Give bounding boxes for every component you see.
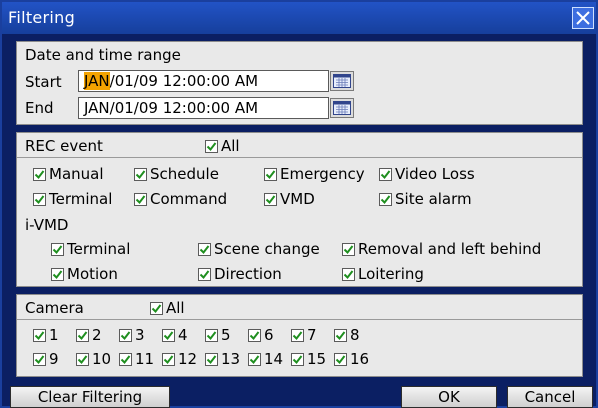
checkbox-checked-icon xyxy=(205,353,218,366)
rec-site-alarm-checkbox[interactable]: Site alarm xyxy=(379,191,472,208)
calendar-icon xyxy=(333,74,351,88)
cancel-button[interactable]: Cancel xyxy=(507,386,593,408)
rec-event-divider xyxy=(17,157,582,158)
checkbox-checked-icon xyxy=(248,329,261,342)
checkbox-checked-icon xyxy=(198,268,211,281)
end-label: End xyxy=(25,99,54,117)
checkbox-checked-icon xyxy=(119,329,132,342)
checkbox-checked-icon xyxy=(334,353,347,366)
camera-4-checkbox[interactable]: 4 xyxy=(162,327,188,344)
checkbox-checked-icon xyxy=(342,243,355,256)
camera-panel: Camera All 1 2 3 4 5 6 7 8 9 10 11 12 13… xyxy=(16,294,583,377)
checkbox-checked-icon xyxy=(198,243,211,256)
checkbox-checked-icon xyxy=(134,168,147,181)
checkbox-checked-icon xyxy=(76,353,89,366)
ivmd-loitering-checkbox[interactable]: Loitering xyxy=(342,266,424,283)
checkbox-checked-icon xyxy=(162,329,175,342)
date-range-panel: Date and time range Start JAN/01/09 12:0… xyxy=(16,41,583,125)
camera-2-checkbox[interactable]: 2 xyxy=(76,327,102,344)
start-label: Start xyxy=(25,73,62,91)
rec-manual-checkbox[interactable]: Manual xyxy=(33,166,104,183)
ok-button[interactable]: OK xyxy=(401,386,497,408)
calendar-icon xyxy=(333,101,351,115)
camera-7-checkbox[interactable]: 7 xyxy=(291,327,317,344)
camera-divider xyxy=(17,319,582,320)
start-datetime-field[interactable]: JAN/01/09 12:00:00 AM xyxy=(78,70,329,92)
close-icon xyxy=(576,11,590,25)
ivmd-scene-change-checkbox[interactable]: Scene change xyxy=(198,241,320,258)
ivmd-motion-checkbox[interactable]: Motion xyxy=(51,266,118,283)
checkbox-checked-icon xyxy=(334,329,347,342)
rec-terminal-checkbox[interactable]: Terminal xyxy=(33,191,112,208)
camera-13-checkbox[interactable]: 13 xyxy=(205,351,240,368)
start-month-highlight: JAN xyxy=(84,72,110,90)
camera-12-checkbox[interactable]: 12 xyxy=(162,351,197,368)
checkbox-checked-icon xyxy=(291,329,304,342)
checkbox-checked-icon xyxy=(119,353,132,366)
rec-event-heading: REC event xyxy=(25,137,103,155)
date-range-heading: Date and time range xyxy=(25,46,181,64)
checkbox-checked-icon xyxy=(51,268,64,281)
end-datetime-field[interactable]: JAN/01/09 12:00:00 AM xyxy=(78,97,329,119)
rec-event-panel: REC event All Manual Schedule Emergency … xyxy=(16,132,583,287)
ivmd-removal-checkbox[interactable]: Removal and left behind xyxy=(342,241,541,258)
camera-6-checkbox[interactable]: 6 xyxy=(248,327,274,344)
camera-1-checkbox[interactable]: 1 xyxy=(33,327,59,344)
camera-all-checkbox[interactable]: All xyxy=(150,300,185,317)
ivmd-heading: i-VMD xyxy=(25,216,69,234)
checkbox-checked-icon xyxy=(248,353,261,366)
checkbox-checked-icon xyxy=(33,168,46,181)
close-button[interactable] xyxy=(572,7,594,29)
checkbox-checked-icon xyxy=(51,243,64,256)
camera-9-checkbox[interactable]: 9 xyxy=(33,351,59,368)
start-datetime-rest: /01/09 12:00:00 AM xyxy=(109,72,259,90)
end-calendar-button[interactable] xyxy=(330,98,354,118)
checkbox-checked-icon xyxy=(379,193,392,206)
camera-10-checkbox[interactable]: 10 xyxy=(76,351,111,368)
camera-14-checkbox[interactable]: 14 xyxy=(248,351,283,368)
rec-schedule-checkbox[interactable]: Schedule xyxy=(134,166,219,183)
camera-11-checkbox[interactable]: 11 xyxy=(119,351,154,368)
rec-vmd-checkbox[interactable]: VMD xyxy=(264,191,315,208)
camera-5-checkbox[interactable]: 5 xyxy=(205,327,231,344)
checkbox-checked-icon xyxy=(76,329,89,342)
checkbox-checked-icon xyxy=(134,193,147,206)
ivmd-direction-checkbox[interactable]: Direction xyxy=(198,266,282,283)
checkbox-checked-icon xyxy=(264,168,277,181)
clear-filtering-button[interactable]: Clear Filtering xyxy=(10,386,170,408)
rec-video-loss-checkbox[interactable]: Video Loss xyxy=(379,166,475,183)
checkbox-checked-icon xyxy=(205,140,218,153)
dialog-title: Filtering xyxy=(8,8,76,27)
rec-event-all-checkbox[interactable]: All xyxy=(205,138,240,155)
checkbox-checked-icon xyxy=(291,353,304,366)
checkbox-checked-icon xyxy=(162,353,175,366)
camera-8-checkbox[interactable]: 8 xyxy=(334,327,360,344)
checkbox-checked-icon xyxy=(264,193,277,206)
checkbox-checked-icon xyxy=(33,329,46,342)
start-calendar-button[interactable] xyxy=(330,71,354,91)
filtering-dialog: Filtering Date and time range Start JAN/… xyxy=(0,0,598,408)
camera-3-checkbox[interactable]: 3 xyxy=(119,327,145,344)
camera-16-checkbox[interactable]: 16 xyxy=(334,351,369,368)
checkbox-checked-icon xyxy=(342,268,355,281)
end-datetime-value: JAN/01/09 12:00:00 AM xyxy=(84,99,259,117)
rec-command-checkbox[interactable]: Command xyxy=(134,191,227,208)
camera-heading: Camera xyxy=(25,299,84,317)
checkbox-checked-icon xyxy=(379,168,392,181)
checkbox-checked-icon xyxy=(150,302,163,315)
rec-emergency-checkbox[interactable]: Emergency xyxy=(264,166,365,183)
checkbox-checked-icon xyxy=(205,329,218,342)
camera-15-checkbox[interactable]: 15 xyxy=(291,351,326,368)
title-bar: Filtering xyxy=(2,2,596,34)
checkbox-checked-icon xyxy=(33,353,46,366)
ivmd-terminal-checkbox[interactable]: Terminal xyxy=(51,241,130,258)
checkbox-checked-icon xyxy=(33,193,46,206)
